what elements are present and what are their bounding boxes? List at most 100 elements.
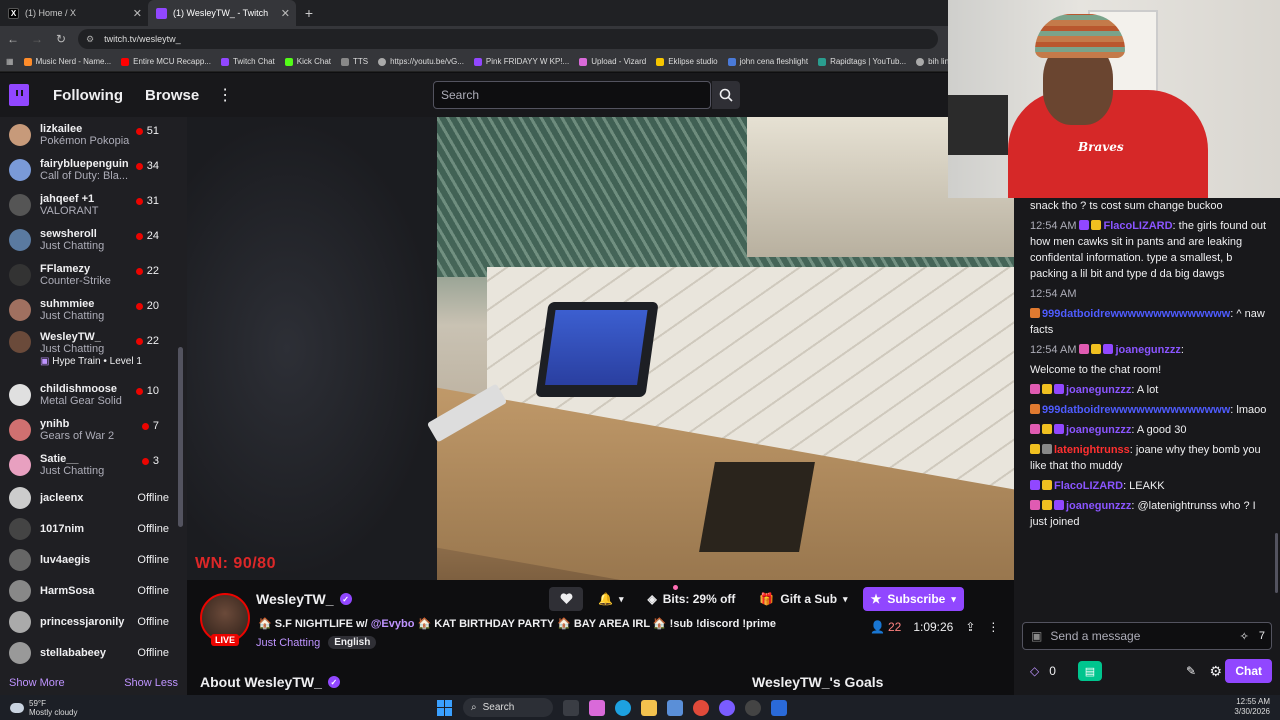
sidebar-channel-offline[interactable]: luv4aegis Offline	[0, 544, 187, 575]
chat-badge-icon[interactable]	[1091, 220, 1102, 230]
sidebar-channel-offline[interactable]: HarmSosa Offline	[0, 575, 187, 606]
bonus-chest-button[interactable]: ▤	[1077, 661, 1102, 681]
bookmark[interactable]: Upload - Vizard	[579, 57, 646, 66]
close-icon[interactable]: ✕	[281, 7, 290, 20]
chat-badge-icon[interactable]	[1042, 424, 1052, 434]
chat-badge-icon[interactable]	[1030, 404, 1040, 414]
chat-username[interactable]: joanegunzzz	[1066, 424, 1131, 436]
bookmark[interactable]: Rapidtags | YouTub...	[818, 57, 906, 66]
chat-badge-icon[interactable]	[1091, 344, 1102, 354]
windows-start-icon[interactable]	[437, 699, 453, 716]
browser-tab-x[interactable]: X (1) Home / X ✕	[0, 0, 148, 26]
url-field[interactable]: ⚙ twitch.tv/wesleytw_	[78, 29, 938, 49]
file-explorer-icon[interactable]	[641, 699, 657, 716]
pen-icon[interactable]: ✎	[1186, 664, 1196, 678]
chat-scrollbar[interactable]	[1275, 533, 1278, 593]
share-icon[interactable]: ⇪	[965, 620, 975, 634]
forward-icon[interactable]: →	[30, 32, 44, 46]
bookmark[interactable]: Music Nerd - Name...	[23, 57, 111, 66]
gift-sub-button[interactable]: 🎁 Gift a Sub ▾	[750, 587, 856, 611]
more-options-icon[interactable]: ⋮	[987, 620, 999, 634]
obs-icon[interactable]	[745, 699, 761, 716]
chat-badge-icon[interactable]	[1030, 444, 1040, 454]
mention-link[interactable]: @Evybo	[371, 618, 415, 630]
task-view-icon[interactable]	[563, 699, 579, 716]
bits-button[interactable]: ◈ Bits: 29% off	[638, 585, 744, 611]
channel-points[interactable]: ◇ 0	[1030, 664, 1056, 678]
chat-badge-icon[interactable]	[1030, 480, 1040, 490]
bookmark[interactable]: Twitch Chat	[220, 57, 275, 66]
bookmark[interactable]: bih links	[916, 57, 948, 66]
chat-input[interactable]: ▣ Send a message ✧ 7	[1022, 622, 1272, 650]
chat-username[interactable]: 999datboidrewwwwwwwwwwwwww	[1042, 308, 1230, 320]
language-tag[interactable]: English	[328, 636, 377, 649]
chat-badge-icon[interactable]	[1054, 500, 1064, 510]
chat-badge-icon[interactable]	[1054, 384, 1064, 394]
chat-badge-icon[interactable]	[1054, 424, 1064, 434]
chat-badge-icon[interactable]	[1042, 444, 1052, 454]
follow-button[interactable]	[549, 587, 583, 611]
sidebar-channel-offline[interactable]: princessjaronily Offline	[0, 606, 187, 637]
chat-username[interactable]: joanegunzzz	[1066, 500, 1131, 512]
taskbar-search[interactable]: ⌕ Search	[463, 698, 553, 717]
store-icon[interactable]	[667, 699, 683, 716]
notepad-icon[interactable]	[771, 699, 787, 716]
close-icon[interactable]: ✕	[133, 7, 142, 20]
gear-icon[interactable]: ⚙	[1209, 663, 1222, 680]
emote-picker-icon[interactable]: ▣	[1031, 629, 1042, 643]
show-less-link[interactable]: Show Less	[124, 677, 178, 695]
system-clock[interactable]: 12:55 AM 3/30/2026	[1234, 697, 1270, 717]
category-link[interactable]: Just Chatting	[256, 637, 320, 649]
subscribe-button[interactable]: ★ Subscribe ▾	[862, 587, 964, 611]
sidebar-channel[interactable]: childishmoose Metal Gear Solid 10	[0, 377, 187, 412]
apps-icon[interactable]: ▦	[6, 57, 14, 66]
channel-name[interactable]: WesleyTW_ ✓	[256, 591, 352, 607]
show-more-link[interactable]: Show More	[9, 677, 65, 695]
weather-widget[interactable]: 59°F Mostly cloudy	[10, 699, 77, 717]
chat-badge-icon[interactable]	[1030, 424, 1040, 434]
sidebar-channel[interactable]: ynihb Gears of War 27	[0, 412, 187, 447]
chat-badge-icon[interactable]	[1042, 500, 1052, 510]
bookmark[interactable]: john cena fleshlight	[727, 57, 808, 66]
chat-username[interactable]: FlacoLIZARD	[1054, 480, 1123, 492]
chat-badge-icon[interactable]	[1030, 384, 1040, 394]
back-icon[interactable]: ←	[6, 32, 20, 46]
reload-icon[interactable]: ↻	[54, 32, 68, 46]
bookmark[interactable]: Entire MCU Recapp...	[121, 57, 211, 66]
sidebar-channel[interactable]: jahqeef +1 VALORANT 31	[0, 187, 187, 222]
search-input[interactable]: Search	[433, 81, 711, 109]
discord-icon[interactable]	[719, 699, 735, 716]
following-link[interactable]: Following	[53, 87, 123, 104]
sidebar-channel-offline[interactable]: stellababeey Offline	[0, 637, 187, 668]
more-options-icon[interactable]: ⋮	[217, 85, 233, 105]
browse-link[interactable]: Browse	[145, 87, 199, 104]
bookmark[interactable]: Eklipse studio	[656, 57, 718, 66]
sidebar-channel[interactable]: sewsheroll Just Chatting 24	[0, 222, 187, 257]
sidebar-channel[interactable]: lizkailee Pokémon Pokopia 51	[0, 117, 187, 152]
chat-badge-icon[interactable]	[1079, 220, 1090, 230]
bookmark[interactable]: TTS	[340, 57, 368, 66]
copilot-icon[interactable]	[589, 699, 605, 716]
chat-badge-icon[interactable]	[1079, 344, 1090, 354]
edge-icon[interactable]	[615, 699, 631, 716]
chat-username[interactable]: latenightrunss	[1054, 444, 1130, 456]
chat-badge-icon[interactable]	[1042, 384, 1052, 394]
notifications-button[interactable]: 🔔 ▾	[589, 587, 632, 611]
chat-badge-icon[interactable]	[1103, 344, 1114, 354]
chat-username[interactable]: 999datboidrewwwwwwwwwwwwww	[1042, 404, 1230, 416]
bookmark[interactable]: Kick Chat	[284, 57, 331, 66]
chrome-icon[interactable]	[693, 699, 709, 716]
sidebar-channel[interactable]: FFlamezy Counter-Strike 22	[0, 257, 187, 292]
twitch-logo-icon[interactable]	[9, 84, 29, 106]
chat-username[interactable]: joanegunzzz	[1115, 344, 1180, 356]
sidebar-channel-offline[interactable]: jacleenx Offline	[0, 482, 187, 513]
seven-tv-icon[interactable]: 7	[1259, 630, 1265, 643]
sparkle-icon[interactable]: ✧	[1240, 630, 1249, 643]
sidebar-scrollbar[interactable]	[178, 347, 183, 527]
bookmark[interactable]: Pink FRIDAYY W KP!...	[473, 57, 569, 66]
chat-username[interactable]: FlacoLIZARD	[1103, 220, 1172, 232]
sidebar-channel[interactable]: fairybluepenguin Call of Duty: Bla... 34	[0, 152, 187, 187]
chat-badge-icon[interactable]	[1030, 500, 1040, 510]
new-tab-button[interactable]: +	[296, 5, 322, 21]
search-button[interactable]	[712, 81, 740, 109]
